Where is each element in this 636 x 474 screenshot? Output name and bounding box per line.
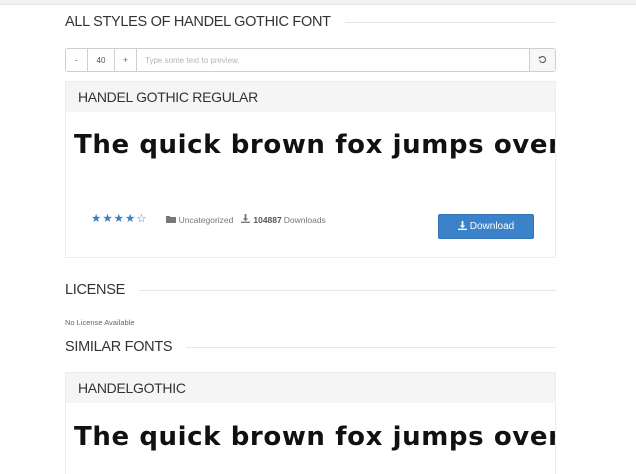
font-meta: ★ ★ ★ ★ ☆ Uncategorized 104887 Downloads: [91, 213, 334, 226]
download-count-label: Downloads: [283, 214, 326, 225]
download-button[interactable]: Download: [438, 214, 534, 239]
preview-controls: - 40 +: [65, 48, 556, 72]
font-style-card: HANDEL GOTHIC REGULAR The quick brown fo…: [65, 81, 556, 258]
top-bar: [0, 0, 636, 5]
category-link[interactable]: Uncategorized: [165, 214, 234, 225]
preview-text-input[interactable]: [137, 49, 529, 71]
license-heading: LICENSE: [65, 282, 556, 298]
license-divider: [138, 289, 556, 291]
page-title: ALL STYLES OF HANDEL GOTHIC FONT: [65, 14, 556, 30]
download-icon: [241, 214, 251, 225]
title-divider: [344, 21, 556, 23]
download-icon: [457, 220, 470, 233]
decrease-size-button[interactable]: -: [66, 49, 88, 71]
download-count-value: 104887: [253, 214, 282, 225]
page-title-text: ALL STYLES OF HANDEL GOTHIC FONT: [65, 14, 331, 30]
similar-fonts-heading: SIMILAR FONTS: [65, 339, 556, 355]
similar-font-title[interactable]: HANDELGOTHIC: [66, 373, 555, 403]
rating-stars: ★ ★ ★ ★ ☆: [91, 213, 148, 226]
undo-icon: [538, 51, 547, 69]
reset-preview-button[interactable]: [529, 49, 555, 71]
font-style-title[interactable]: HANDEL GOTHIC REGULAR: [66, 82, 555, 112]
download-count: 104887 Downloads: [241, 214, 326, 225]
similar-divider: [186, 346, 556, 348]
star-full-icon: ★: [102, 213, 113, 225]
star-full-icon: ★: [91, 213, 102, 225]
star-full-icon: ★: [124, 213, 136, 225]
license-text: No License Available: [65, 318, 135, 327]
folder-icon: [165, 215, 176, 225]
similar-fonts-heading-text: SIMILAR FONTS: [65, 339, 173, 355]
category-label: Uncategorized: [178, 214, 234, 225]
font-preview-text[interactable]: The quick brown fox jumps over the lazy …: [74, 130, 555, 160]
star-full-icon: ★: [113, 213, 124, 225]
download-button-label: Download: [469, 221, 515, 232]
license-heading-text: LICENSE: [65, 282, 125, 298]
font-size-value[interactable]: 40: [88, 49, 115, 71]
similar-font-card: HANDELGOTHIC The quick brown fox jumps o…: [65, 372, 556, 474]
star-half-icon: ☆: [136, 213, 147, 225]
similar-font-preview[interactable]: The quick brown fox jumps over the lazy …: [74, 422, 555, 452]
increase-size-button[interactable]: +: [115, 49, 137, 71]
